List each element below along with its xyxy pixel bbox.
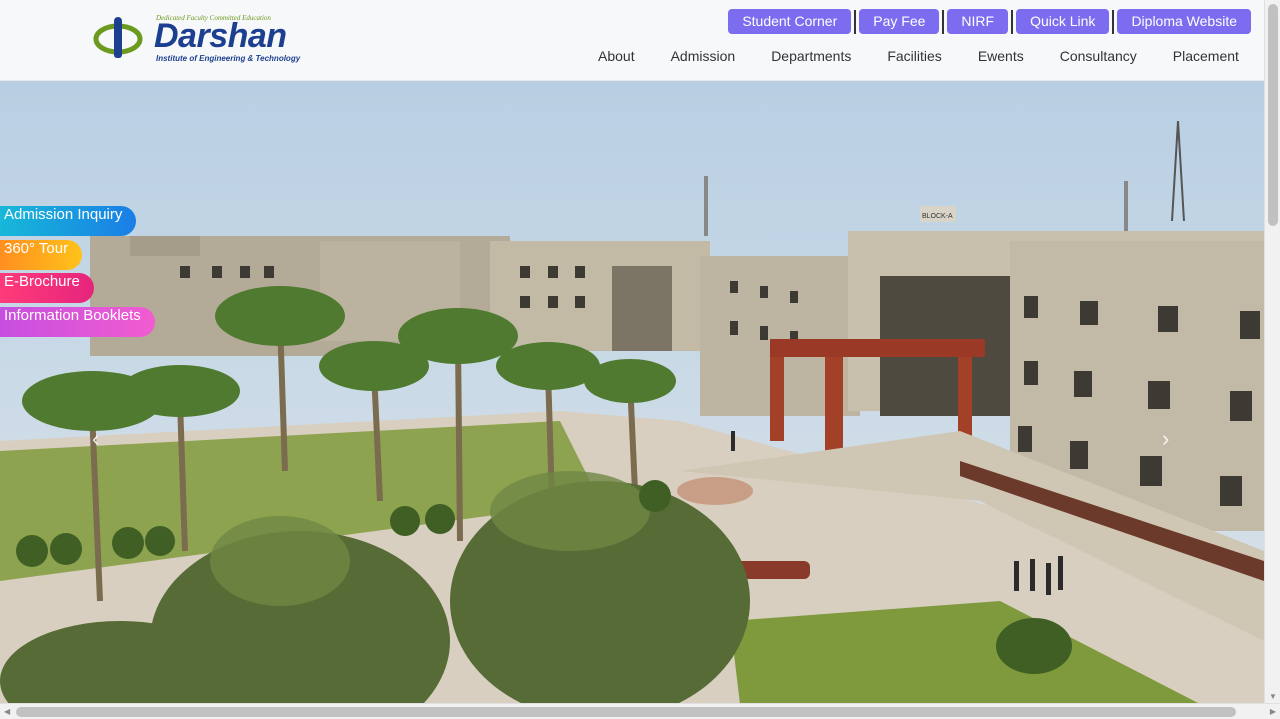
information-booklets-link[interactable]: Information Booklets bbox=[0, 307, 155, 337]
vertical-scrollbar[interactable]: ▼ bbox=[1264, 0, 1280, 703]
logo-brand: Darshan bbox=[154, 17, 287, 55]
divider bbox=[1112, 9, 1115, 34]
logo-mark-icon bbox=[93, 17, 143, 58]
vertical-scroll-thumb[interactable] bbox=[1268, 4, 1278, 226]
pay-fee-button[interactable]: Pay Fee bbox=[859, 9, 940, 34]
nav-about[interactable]: About bbox=[580, 48, 653, 64]
nav-events[interactable]: Ewents bbox=[960, 48, 1042, 64]
scroll-right-icon[interactable]: ▶ bbox=[1270, 707, 1276, 716]
diploma-website-button[interactable]: Diploma Website bbox=[1117, 9, 1251, 34]
slider-prev-icon[interactable]: ‹ bbox=[92, 426, 99, 452]
horizontal-scroll-thumb[interactable] bbox=[16, 707, 1236, 717]
slider-next-icon[interactable]: › bbox=[1162, 426, 1169, 452]
quick-link-button[interactable]: Quick Link bbox=[1016, 9, 1110, 34]
logo-subtitle: Institute of Engineering & Technology bbox=[156, 54, 301, 63]
site-header: Dedicated Faculty Committed Education Da… bbox=[0, 0, 1264, 81]
divider bbox=[854, 9, 857, 34]
tour-360-link[interactable]: 360° Tour bbox=[0, 240, 83, 270]
admission-inquiry-link[interactable]: Admission Inquiry bbox=[0, 206, 137, 236]
campus-photo: BLOCK-A bbox=[0, 81, 1264, 704]
nav-facilities[interactable]: Facilities bbox=[869, 48, 959, 64]
scroll-left-icon[interactable]: ◀ bbox=[4, 707, 10, 716]
block-sign: BLOCK-A bbox=[922, 213, 953, 220]
divider bbox=[942, 9, 945, 34]
nirf-button[interactable]: NIRF bbox=[947, 9, 1009, 34]
divider bbox=[1011, 9, 1014, 34]
nav-admission[interactable]: Admission bbox=[653, 48, 754, 64]
e-brochure-link[interactable]: E-Brochure bbox=[0, 273, 94, 303]
scroll-down-icon[interactable]: ▼ bbox=[1269, 692, 1277, 701]
institute-logo[interactable]: Dedicated Faculty Committed Education Da… bbox=[92, 12, 302, 68]
main-nav: About Admission Departments Facilities E… bbox=[580, 48, 1240, 64]
nav-placement[interactable]: Placement bbox=[1155, 48, 1257, 64]
student-corner-button[interactable]: Student Corner bbox=[728, 9, 852, 34]
nav-consultancy[interactable]: Consultancy bbox=[1042, 48, 1155, 64]
nav-departments[interactable]: Departments bbox=[753, 48, 869, 64]
horizontal-scrollbar[interactable]: ◀ ▶ bbox=[0, 703, 1280, 719]
top-button-bar: Student Corner Pay Fee NIRF Quick Link D… bbox=[728, 9, 1251, 34]
hero-slider: BLOCK-A ‹ › bbox=[0, 81, 1264, 704]
